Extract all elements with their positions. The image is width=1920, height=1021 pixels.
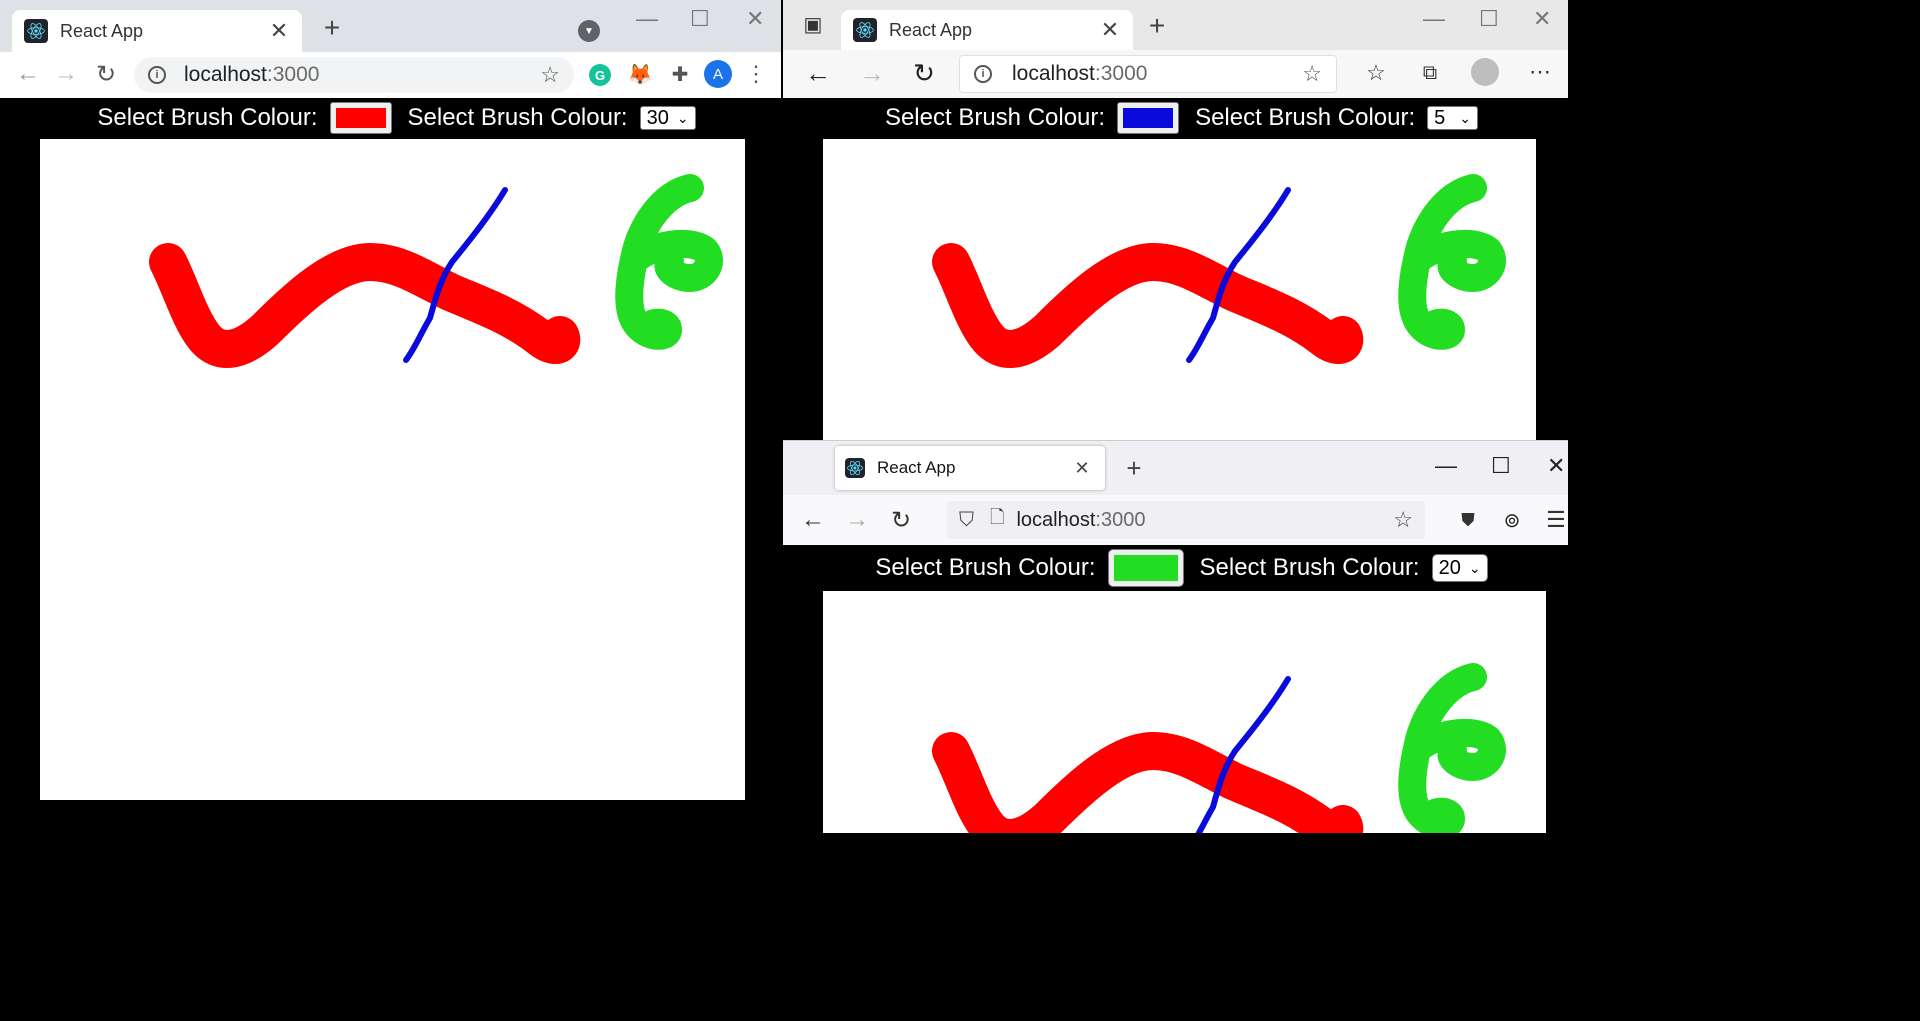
colour-picker[interactable] bbox=[1117, 102, 1180, 134]
close-window-icon[interactable]: ✕ bbox=[746, 8, 764, 30]
reload-icon[interactable]: ↻ bbox=[92, 60, 120, 88]
tab-search-icon[interactable]: ▼ bbox=[578, 20, 600, 42]
back-icon[interactable]: ← bbox=[803, 58, 833, 88]
canvas-drawing bbox=[823, 139, 1536, 440]
desktop-edge bbox=[1568, 0, 1920, 1021]
brush-controls: Select Brush Colour: Select Brush Colour… bbox=[783, 545, 1568, 591]
brush-size-select[interactable]: 5 ⌄ bbox=[1427, 106, 1479, 130]
colour-picker[interactable] bbox=[1107, 549, 1184, 587]
react-favicon-icon bbox=[24, 19, 48, 43]
reload-icon[interactable]: ↻ bbox=[909, 58, 939, 88]
brush-size-select[interactable]: 20 ⌄ bbox=[1431, 554, 1488, 582]
favorites-icon[interactable]: ☆ bbox=[1363, 60, 1389, 86]
new-tab-icon[interactable]: + bbox=[1121, 453, 1147, 483]
tab-close-icon[interactable]: ✕ bbox=[1097, 17, 1123, 43]
maximize-icon[interactable]: ☐ bbox=[690, 8, 710, 30]
close-window-icon[interactable]: ✕ bbox=[1533, 8, 1551, 30]
size-label: Select Brush Colour: bbox=[407, 104, 628, 131]
forward-icon[interactable]: → bbox=[857, 58, 887, 88]
back-icon[interactable]: ← bbox=[799, 506, 827, 534]
chrome-tab-strip: React App ✕ + ▼ — ☐ ✕ bbox=[0, 0, 781, 52]
minimize-icon[interactable]: — bbox=[1435, 455, 1457, 477]
colour-label: Select Brush Colour: bbox=[875, 554, 1096, 581]
react-favicon-icon bbox=[853, 18, 877, 42]
site-info-icon[interactable]: i bbox=[974, 65, 992, 83]
page-icon: 🗋 bbox=[990, 507, 1005, 527]
desktop-bottom bbox=[783, 833, 1568, 1021]
profile-avatar[interactable]: A bbox=[704, 60, 732, 88]
colour-label: Select Brush Colour: bbox=[97, 104, 318, 131]
maximize-icon[interactable]: ☐ bbox=[1479, 8, 1499, 30]
forward-icon[interactable]: → bbox=[843, 506, 871, 534]
chrome-toolbar: ← → ↻ i localhost:3000 ☆ G 🦊 ✚ A ⋮ bbox=[0, 52, 781, 98]
minimize-icon[interactable]: — bbox=[1423, 8, 1445, 30]
chevron-down-icon: ⌄ bbox=[676, 109, 689, 126]
drawing-canvas[interactable] bbox=[40, 139, 745, 800]
back-icon[interactable]: ← bbox=[14, 60, 42, 88]
brush-size-select[interactable]: 30 ⌄ bbox=[639, 106, 696, 130]
drawing-canvas[interactable] bbox=[823, 139, 1536, 440]
minimize-icon[interactable]: — bbox=[636, 8, 658, 30]
add-favorite-icon[interactable]: ☆ bbox=[1302, 61, 1322, 87]
address-bar[interactable]: i localhost:3000 ☆ bbox=[134, 57, 574, 93]
site-info-icon[interactable]: i bbox=[148, 66, 166, 84]
tab-title: React App bbox=[60, 20, 144, 41]
drawing-canvas[interactable] bbox=[823, 591, 1546, 833]
chrome-tab[interactable]: React App ✕ bbox=[12, 10, 302, 52]
hamburger-menu-icon[interactable]: ☰ bbox=[1543, 507, 1568, 533]
url-text: localhost:3000 bbox=[1012, 62, 1148, 85]
bookmark-star-icon[interactable]: ☆ bbox=[1393, 507, 1413, 533]
metamask-extension-icon[interactable]: 🦊 bbox=[628, 62, 653, 86]
pocket-icon[interactable]: ⛊ bbox=[1455, 507, 1481, 533]
react-favicon-icon bbox=[845, 458, 865, 478]
settings-menu-icon[interactable]: ⋯ bbox=[1527, 58, 1553, 86]
brush-controls: Select Brush Colour: Select Brush Colour… bbox=[783, 98, 1568, 138]
colour-swatch bbox=[1123, 108, 1174, 128]
address-bar[interactable]: ⛉ 🗋 localhost:3000 ☆ bbox=[947, 501, 1425, 539]
edge-tab-strip: ▣ React App ✕ + — ☐ ✕ bbox=[783, 0, 1568, 50]
maximize-icon[interactable]: ☐ bbox=[1491, 455, 1511, 477]
collections-icon[interactable]: ⧉ bbox=[1417, 60, 1443, 86]
firefox-toolbar: ← → ↻ ⛉ 🗋 localhost:3000 ☆ ⛊ ⊚ ☰ bbox=[783, 495, 1568, 545]
url-text: localhost:3000 bbox=[184, 63, 320, 86]
chevron-down-icon: ⌄ bbox=[1468, 559, 1481, 576]
url-text: localhost:3000 bbox=[1016, 508, 1146, 531]
reload-icon[interactable]: ↻ bbox=[887, 506, 915, 534]
profile-avatar[interactable] bbox=[1471, 58, 1499, 86]
bookmark-star-icon[interactable]: ☆ bbox=[540, 62, 560, 88]
tab-title: React App bbox=[889, 19, 973, 40]
edge-window: ▣ React App ✕ + — ☐ ✕ ← → ↻ i localhost:… bbox=[783, 0, 1568, 440]
edge-tab[interactable]: React App ✕ bbox=[841, 10, 1133, 50]
address-bar[interactable]: i localhost:3000 ☆ bbox=[959, 55, 1337, 93]
chevron-down-icon: ⌄ bbox=[1459, 109, 1472, 126]
edge-toolbar: ← → ↻ i localhost:3000 ☆ ☆ ⧉ ⋯ bbox=[783, 50, 1568, 98]
firefox-tab-strip: React App ✕ + — ☐ ✕ bbox=[783, 441, 1568, 495]
colour-picker[interactable] bbox=[329, 102, 392, 134]
brush-controls: Select Brush Colour: Select Brush Colour… bbox=[0, 98, 781, 138]
new-tab-icon[interactable]: + bbox=[318, 12, 346, 43]
colour-label: Select Brush Colour: bbox=[884, 104, 1106, 131]
grammarly-extension-icon[interactable]: G bbox=[589, 64, 611, 86]
forward-icon[interactable]: → bbox=[52, 60, 80, 88]
chrome-menu-icon[interactable]: ⋮ bbox=[745, 60, 767, 88]
canvas-drawing bbox=[823, 591, 1546, 833]
account-sync-icon[interactable]: ⊚ bbox=[1499, 507, 1525, 533]
firefox-window: React App ✕ + — ☐ ✕ ← → ↻ ⛉ 🗋 localhost:… bbox=[783, 440, 1568, 833]
colour-swatch bbox=[1113, 555, 1178, 581]
tab-close-icon[interactable]: ✕ bbox=[266, 18, 292, 44]
chrome-window: React App ✕ + ▼ — ☐ ✕ ← → ↻ i localhost:… bbox=[0, 0, 781, 1021]
tab-actions-icon[interactable]: ▣ bbox=[801, 12, 825, 36]
size-label: Select Brush Colour: bbox=[1195, 104, 1416, 131]
colour-swatch bbox=[335, 108, 386, 128]
tab-close-icon[interactable]: ✕ bbox=[1069, 458, 1095, 479]
new-tab-icon[interactable]: + bbox=[1143, 10, 1171, 41]
tab-title: React App bbox=[877, 458, 956, 477]
canvas-drawing bbox=[40, 139, 745, 800]
size-label: Select Brush Colour: bbox=[1199, 554, 1420, 581]
close-window-icon[interactable]: ✕ bbox=[1547, 455, 1565, 477]
shield-icon[interactable]: ⛉ bbox=[959, 509, 974, 532]
extensions-puzzle-icon[interactable]: ✚ bbox=[668, 62, 692, 86]
firefox-tab[interactable]: React App ✕ bbox=[835, 446, 1105, 490]
